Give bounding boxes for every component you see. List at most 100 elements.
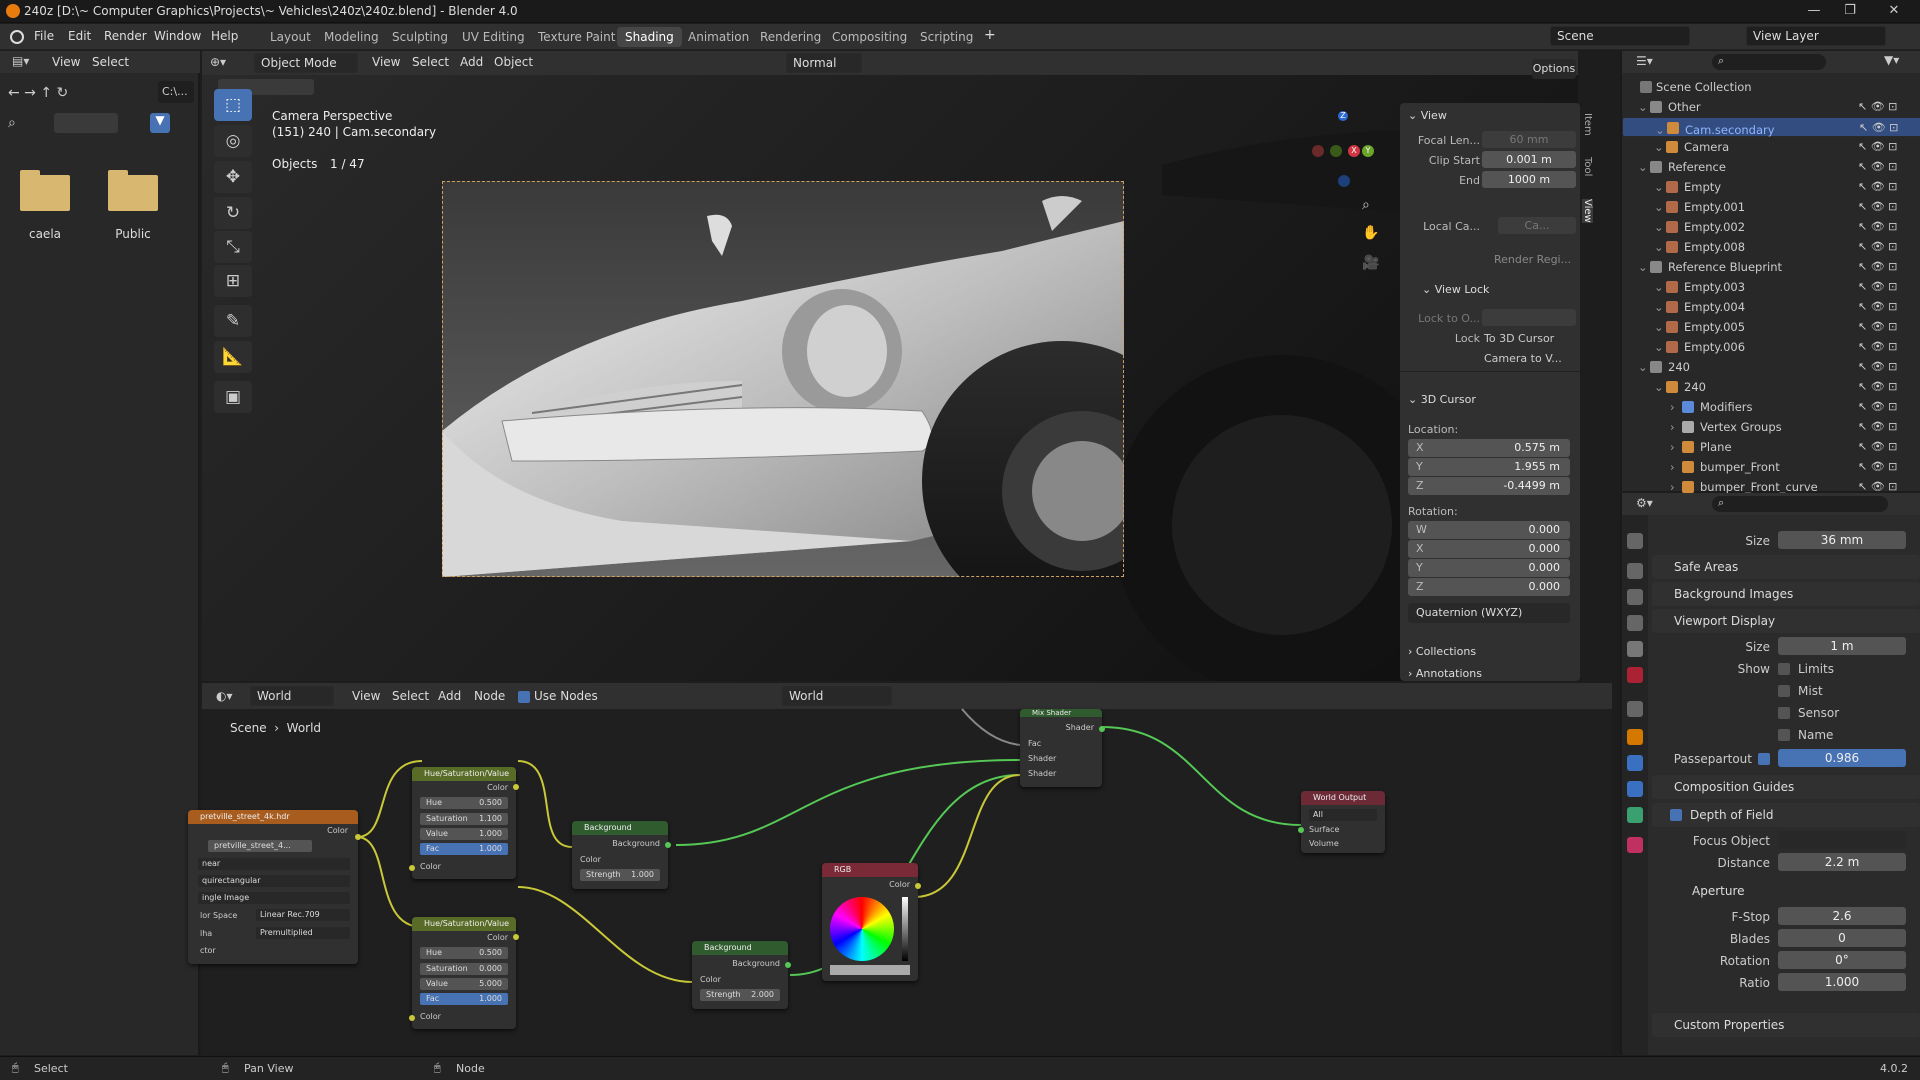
expand-arrow-icon[interactable]: › [1670, 417, 1675, 437]
mist-checkbox[interactable] [1778, 685, 1790, 697]
hue-saturation-value-node-2[interactable]: Hue/Saturation/Value Color Hue 0.500 Satu… [409, 917, 519, 1029]
tab-animation[interactable]: Animation [680, 27, 757, 47]
outliner-row[interactable]: ⌄ Empty.003 ↖ 👁 ⊡ [1622, 277, 1920, 297]
lock-to-3d-cursor-checkbox[interactable]: To 3D Cursor [1484, 332, 1554, 345]
outliner-row[interactable]: ⌄ Empty.002 ↖ 👁 ⊡ [1622, 217, 1920, 237]
outliner-row[interactable]: ⌄ Reference Blueprint ↖ 👁 ⊡ [1622, 257, 1920, 277]
fb-menu-view[interactable]: View [52, 55, 80, 69]
output-tab-icon[interactable] [1627, 589, 1643, 605]
passepartout-checkbox[interactable] [1758, 753, 1770, 765]
name-checkbox[interactable] [1778, 729, 1790, 741]
expand-arrow-icon[interactable]: ⌄ [1654, 337, 1664, 357]
properties-editor-type-icon[interactable]: ⚙▾ [1636, 496, 1653, 510]
maximize-icon[interactable]: ❐ [1836, 3, 1864, 19]
3d-cursor-header[interactable]: ⌄ 3D Cursor [1408, 393, 1476, 406]
folder-label-caela[interactable]: caela [15, 227, 75, 241]
visibility-toggles[interactable]: ↖ 👁 ⊡ [1858, 317, 1897, 337]
rgb-node[interactable]: RGB Color [822, 863, 921, 981]
hsv1-saturation-field[interactable]: Saturation 1.100 [420, 813, 508, 825]
cursor-tool-icon[interactable]: ◎ [214, 125, 252, 157]
expand-arrow-icon[interactable]: ⌄ [1654, 377, 1664, 397]
blender-menu-icon[interactable] [10, 30, 24, 44]
passepartout-slider[interactable]: 0.986 [1778, 749, 1906, 767]
viewport-editor-type-icon[interactable]: ⊕▾ [210, 55, 226, 69]
fb-menu-select[interactable]: Select [92, 55, 129, 69]
viewport-display-header[interactable]: Viewport Display [1652, 609, 1920, 633]
annotations-header[interactable]: › Annotations [1408, 667, 1482, 680]
vp-menu-select[interactable]: Select [412, 55, 449, 69]
annotate-tool-icon[interactable]: ✎ [214, 305, 252, 337]
expand-arrow-icon[interactable]: ⌄ [1654, 237, 1664, 257]
cursor-loc-y[interactable]: Y 1.955 m [1408, 458, 1570, 476]
expand-arrow-icon[interactable]: ⌄ [1654, 177, 1664, 197]
outliner-row[interactable]: ⌄ Camera ↖ 👁 ⊡ [1622, 137, 1920, 157]
view-layer-tab-icon[interactable] [1627, 615, 1643, 631]
scale-tool-icon[interactable]: ⤡ [214, 231, 252, 263]
hsv2-in-socket[interactable] [409, 1015, 415, 1021]
outliner-row[interactable]: ⌄ Reference ↖ 👁 ⊡ [1622, 157, 1920, 177]
clip-end-field[interactable]: 1000 m [1482, 171, 1576, 188]
depth-of-field-header[interactable]: Depth of Field [1652, 803, 1920, 827]
camera-data-tab-icon[interactable] [1627, 807, 1643, 823]
tab-texture-paint[interactable]: Texture Paint [530, 27, 623, 47]
minimize-icon[interactable]: — [1800, 3, 1828, 19]
focal-length-field[interactable]: 60 mm [1482, 131, 1576, 148]
tab-rendering[interactable]: Rendering [752, 27, 829, 47]
object-tab-icon[interactable] [1627, 729, 1643, 745]
outliner-row[interactable]: ⌄ Other ↖ 👁 ⊡ [1622, 97, 1920, 117]
hsv1-fac-field[interactable]: Fac 1.000 [420, 843, 508, 855]
camera-view-icon[interactable]: 🎥 [1362, 255, 1379, 271]
expand-arrow-icon[interactable]: ⌄ [1638, 357, 1648, 377]
cursor-loc-x[interactable]: X 0.575 m [1408, 439, 1570, 457]
display-mode-buttons[interactable] [54, 113, 118, 133]
expand-arrow-icon[interactable]: ⌄ [1638, 257, 1648, 277]
expand-arrow-icon[interactable]: › [1670, 397, 1675, 417]
measure-tool-icon[interactable]: 📐 [214, 341, 252, 373]
ratio-field[interactable]: 1.000 [1778, 973, 1906, 991]
visibility-toggles[interactable]: ↖ 👁 ⊡ [1858, 397, 1897, 417]
visibility-toggles[interactable]: ↖ 👁 ⊡ [1859, 118, 1898, 138]
vp-menu-object[interactable]: Object [494, 55, 533, 69]
visibility-toggles[interactable]: ↖ 👁 ⊡ [1858, 157, 1897, 177]
env-interpolation-dropdown[interactable]: near [198, 858, 350, 870]
cursor-rot-w[interactable]: W 0.000 [1408, 521, 1570, 539]
visibility-toggles[interactable]: ↖ 👁 ⊡ [1858, 197, 1897, 217]
env-projection-dropdown[interactable]: quirectangular [198, 875, 350, 887]
env-image-field[interactable]: pretville_street_4... [208, 840, 312, 852]
outliner-row[interactable]: ⌄ 240 ↖ 👁 ⊡ [1622, 377, 1920, 397]
expand-arrow-icon[interactable]: › [1670, 457, 1675, 477]
gizmo-neg-y[interactable] [1330, 145, 1342, 157]
tab-compositing[interactable]: Compositing [824, 27, 915, 47]
wo-surface-socket[interactable] [1298, 827, 1304, 833]
dof-checkbox[interactable] [1670, 809, 1682, 821]
outliner-filter-icon[interactable]: ▼▾ [1884, 53, 1899, 67]
outliner-row[interactable]: › bumper_Front ↖ 👁 ⊡ [1622, 457, 1920, 477]
scene-selector[interactable]: Scene [1550, 26, 1690, 46]
cursor-rot-z[interactable]: Z 0.000 [1408, 578, 1570, 596]
view-lock-header[interactable]: ⌄ View Lock [1422, 283, 1489, 296]
visibility-toggles[interactable]: ↖ 👁 ⊡ [1858, 177, 1897, 197]
outliner-row[interactable]: ⌄ Empty ↖ 👁 ⊡ [1622, 177, 1920, 197]
outliner-row[interactable]: › Plane ↖ 👁 ⊡ [1622, 437, 1920, 457]
env-source-dropdown[interactable]: ingle Image [198, 892, 350, 904]
orientation-selector[interactable]: Normal [786, 53, 862, 73]
editor-type-icon[interactable]: ▤▾ [12, 54, 29, 68]
expand-arrow-icon[interactable]: ⌄ [1654, 317, 1664, 337]
env-colorspace-dropdown[interactable]: Linear Rec.709 [256, 909, 350, 921]
tab-item[interactable]: Item [1582, 113, 1593, 136]
gizmo-z-axis[interactable]: Z [1338, 111, 1348, 121]
aperture-rotation-field[interactable]: 0° [1778, 951, 1906, 969]
mode-selector[interactable]: Object Mode [254, 53, 358, 73]
tab-layout[interactable]: Layout [262, 27, 319, 47]
tab-shading[interactable]: Shading [617, 27, 682, 47]
bg1-out-socket[interactable] [665, 842, 671, 848]
menu-file[interactable]: File [34, 29, 54, 43]
menu-help[interactable]: Help [211, 29, 238, 43]
bg2-out-socket[interactable] [785, 962, 791, 968]
path-field[interactable]: C:\... [158, 81, 194, 103]
outliner-row[interactable]: › Vertex Groups ↖ 👁 ⊡ [1622, 417, 1920, 437]
search-icon[interactable]: ⌕ [8, 115, 16, 131]
custom-properties-header[interactable]: Custom Properties [1652, 1013, 1920, 1037]
gizmo-y-axis[interactable]: Y [1362, 145, 1374, 157]
tab-scripting[interactable]: Scripting [912, 27, 981, 47]
